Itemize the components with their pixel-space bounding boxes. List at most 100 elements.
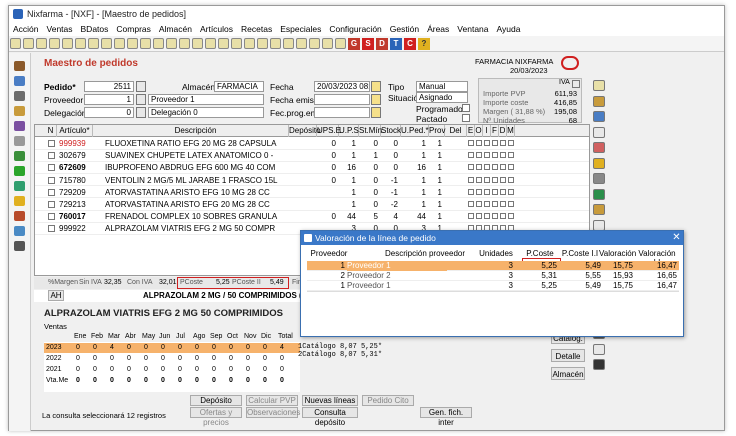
sidebar-tool-icon[interactable] bbox=[593, 126, 605, 138]
calendar-icon[interactable] bbox=[371, 107, 381, 118]
flag-checkbox[interactable] bbox=[492, 176, 498, 183]
article-code[interactable]: 760017 bbox=[59, 211, 93, 222]
pedido-cito-button[interactable]: Pedido Cito bbox=[362, 395, 414, 406]
toolbar-button-icon[interactable] bbox=[296, 38, 307, 49]
column-header[interactable]: Del bbox=[445, 125, 467, 137]
flag-checkbox[interactable] bbox=[468, 140, 474, 146]
column-header[interactable]: I bbox=[483, 125, 491, 137]
table-row[interactable]: 729209 ATORVASTATINA ARISTO EFG 10 MG 28 … bbox=[35, 187, 589, 199]
table-row[interactable]: 729213 ATORVASTATINA ARISTO EFG 20 MG 28 … bbox=[35, 199, 589, 211]
sidebar-tool-icon[interactable] bbox=[593, 188, 605, 200]
sidebar-tool-icon[interactable] bbox=[593, 219, 605, 231]
row-checkbox[interactable] bbox=[48, 164, 55, 172]
doc-icon[interactable] bbox=[14, 61, 25, 71]
column-header[interactable]: Stock bbox=[381, 125, 401, 137]
pactado-checkbox[interactable] bbox=[462, 114, 470, 122]
flag-checkbox[interactable] bbox=[492, 140, 498, 146]
close-icon[interactable]: ✕ bbox=[671, 232, 682, 244]
flag-checkbox[interactable] bbox=[476, 152, 482, 159]
column-header[interactable]: O bbox=[475, 125, 483, 137]
dialog-row[interactable]: 1 Proveedor 1 3 5,25 5,49 15,75 16,47 bbox=[307, 281, 679, 291]
column-header[interactable]: Prov bbox=[429, 125, 445, 137]
toolbar-button-icon[interactable] bbox=[153, 38, 164, 49]
column-header[interactable]: Artículo* bbox=[57, 125, 93, 137]
sidebar-tool-icon[interactable] bbox=[593, 80, 605, 91]
truck-icon[interactable] bbox=[14, 106, 25, 116]
sidebar-tool-icon[interactable] bbox=[593, 157, 605, 169]
flag-checkbox[interactable] bbox=[476, 140, 482, 146]
tools-icon[interactable] bbox=[14, 136, 25, 146]
sidebar-tool-icon[interactable] bbox=[593, 142, 605, 153]
flag-checkbox[interactable] bbox=[468, 188, 474, 195]
flag-checkbox[interactable] bbox=[468, 152, 474, 159]
list-icon[interactable] bbox=[14, 151, 25, 161]
menu-item[interactable]: Compras bbox=[112, 22, 154, 36]
delegacion-lookup-icon[interactable] bbox=[136, 107, 146, 118]
refresh-icon[interactable] bbox=[14, 181, 25, 191]
flag-checkbox[interactable] bbox=[468, 201, 474, 207]
flag-checkbox[interactable] bbox=[508, 188, 514, 195]
ah-button[interactable]: AH bbox=[48, 290, 64, 301]
row-checkbox[interactable] bbox=[48, 225, 55, 233]
row-checkbox[interactable] bbox=[48, 213, 55, 221]
toolbar-letter-t[interactable]: T bbox=[390, 38, 402, 50]
proveedor-name-field[interactable]: Proveedor 1 bbox=[148, 94, 264, 105]
flag-checkbox[interactable] bbox=[468, 164, 474, 171]
fecha-emision-input[interactable] bbox=[314, 94, 370, 105]
article-code[interactable]: 729209 bbox=[59, 187, 93, 198]
column-header[interactable]: N bbox=[45, 125, 57, 137]
article-code[interactable]: 672609 bbox=[59, 162, 93, 173]
calendar-icon[interactable] bbox=[371, 81, 381, 92]
ofertas-precios-button[interactable]: Ofertas y precios bbox=[190, 407, 242, 427]
consulta-deposito-button[interactable]: Consulta depósito bbox=[302, 407, 358, 427]
toolbar-button-icon[interactable] bbox=[309, 38, 320, 49]
sidebar-tool-icon[interactable] bbox=[593, 95, 605, 107]
sidebar-tool-icon[interactable] bbox=[593, 359, 605, 370]
toolbar-button-icon[interactable] bbox=[23, 38, 34, 49]
flag-checkbox[interactable] bbox=[508, 140, 514, 146]
pedido-input[interactable]: 2511 bbox=[84, 81, 134, 92]
proveedor-code-input[interactable]: 1 bbox=[84, 94, 134, 105]
table-row[interactable]: 672609 IBUPROFENO ABDRUG EFG 600 MG 40 CO… bbox=[35, 162, 589, 174]
person-icon[interactable] bbox=[14, 91, 25, 101]
flag-checkbox[interactable] bbox=[500, 201, 506, 207]
column-header[interactable]: U.P.S bbox=[339, 125, 359, 137]
table-row[interactable]: 302679 SUAVINEX CHUPETE LATEX ANATOMICO 0… bbox=[35, 150, 589, 162]
column-header[interactable]: E bbox=[467, 125, 475, 137]
menu-item[interactable]: Artículos bbox=[196, 22, 237, 36]
flag-checkbox[interactable] bbox=[500, 213, 506, 220]
pill-icon[interactable] bbox=[14, 121, 25, 131]
toolbar-button-icon[interactable] bbox=[270, 38, 281, 49]
cross-icon[interactable] bbox=[14, 166, 25, 176]
flag-checkbox[interactable] bbox=[492, 201, 498, 207]
calcular-pvp-button[interactable]: Calcular PVP bbox=[246, 395, 298, 406]
situacion-field[interactable]: Asignado bbox=[416, 92, 468, 103]
flag-checkbox[interactable] bbox=[484, 213, 490, 220]
calendar-icon[interactable] bbox=[371, 94, 381, 105]
toolbar-button-icon[interactable] bbox=[140, 38, 151, 49]
article-code[interactable]: 729213 bbox=[59, 199, 93, 210]
flag-checkbox[interactable] bbox=[500, 140, 506, 146]
toolbar-letter-c[interactable]: C bbox=[404, 38, 416, 50]
menu-item[interactable]: Áreas bbox=[423, 22, 453, 36]
toolbar-button-icon[interactable] bbox=[75, 38, 86, 49]
column-header[interactable]: M bbox=[507, 125, 515, 137]
fecha-input[interactable]: 20/03/2023 08:11 bbox=[314, 81, 370, 92]
flag-checkbox[interactable] bbox=[484, 188, 490, 195]
article-code[interactable]: 999922 bbox=[59, 223, 93, 234]
fec-prog-input[interactable] bbox=[314, 107, 370, 118]
flag-checkbox[interactable] bbox=[476, 188, 482, 195]
row-checkbox[interactable] bbox=[48, 140, 55, 147]
toolbar-button-icon[interactable] bbox=[101, 38, 112, 49]
toolbar-button-icon[interactable] bbox=[244, 38, 255, 49]
delegacion-code-input[interactable]: 0 bbox=[84, 107, 134, 118]
flag-checkbox[interactable] bbox=[500, 176, 506, 183]
menu-item[interactable]: Ventana bbox=[453, 22, 492, 36]
flag-checkbox[interactable] bbox=[484, 152, 490, 159]
menu-item[interactable]: Ventas bbox=[43, 22, 77, 36]
flag-checkbox[interactable] bbox=[484, 176, 490, 183]
flag-checkbox[interactable] bbox=[492, 188, 498, 195]
article-code[interactable]: 999939 bbox=[59, 138, 93, 149]
table-row[interactable]: 760017 FRENADOL COMPLEX 10 SOBRES GRANULA… bbox=[35, 211, 589, 223]
sidebar-tool-icon[interactable] bbox=[593, 173, 605, 184]
